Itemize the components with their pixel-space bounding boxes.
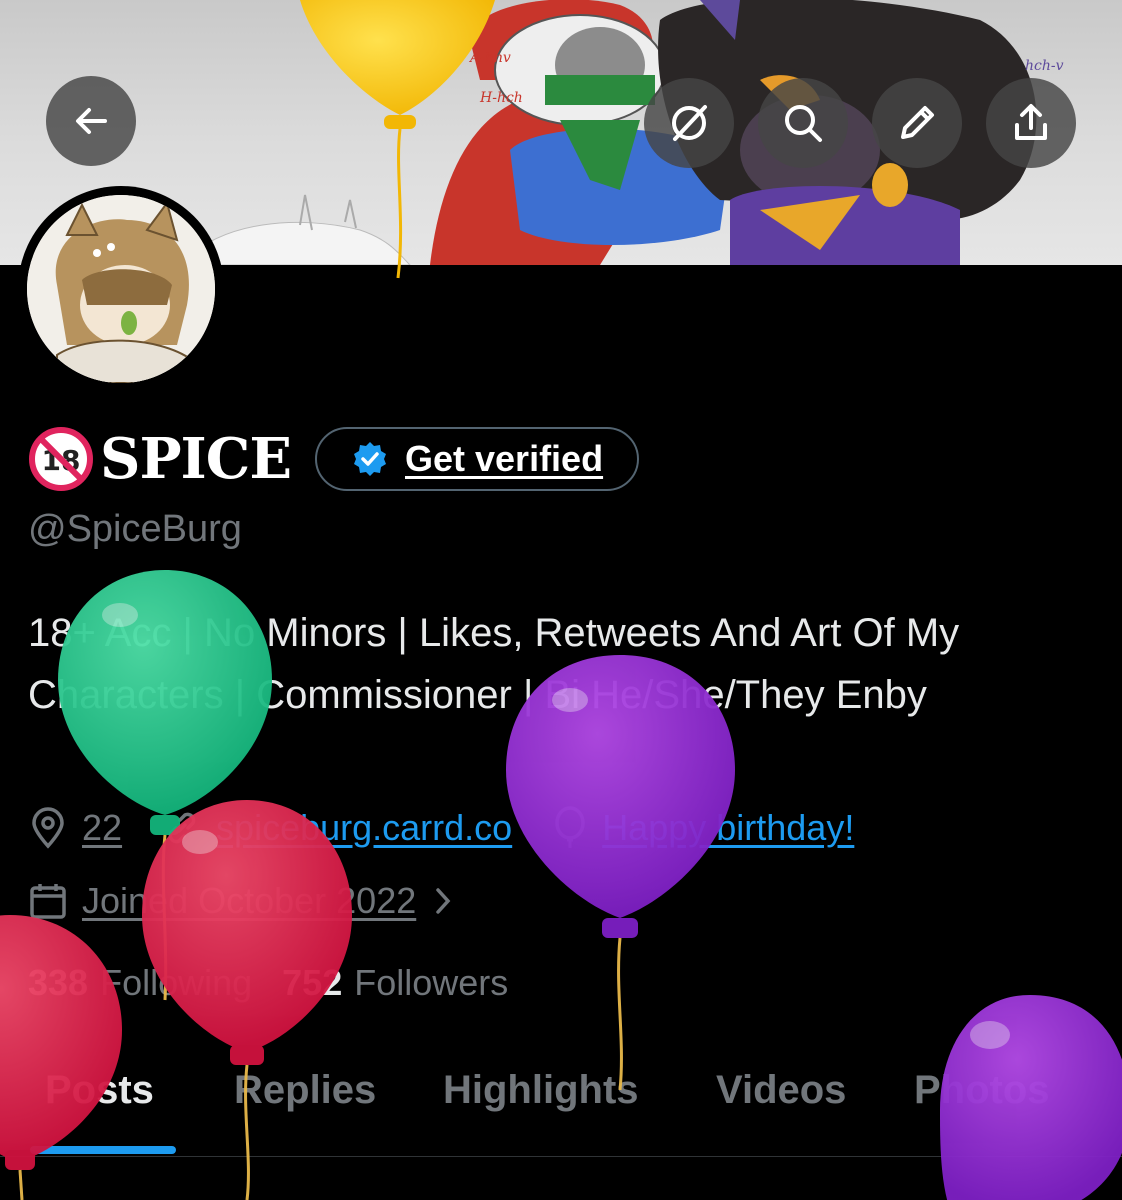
profile-bio: 18+ Acc | No Minors | Likes, Retweets An… [28, 611, 960, 717]
profile-name-row: 18 SPICE Get verified [28, 424, 640, 494]
balloon-red-left [0, 915, 122, 1200]
verified-badge-icon [354, 442, 386, 476]
link-icon [168, 812, 196, 844]
calendar-icon [30, 884, 66, 919]
profile-stats: 338 Following 752 Followers [28, 962, 508, 1004]
tab-replies[interactable]: Replies [234, 1068, 376, 1113]
profile-joined-row[interactable]: Joined October 2022 [28, 880, 456, 922]
svg-text:H-hch: H-hch [479, 90, 523, 106]
no-under-18-icon: 18 [29, 427, 93, 491]
tab-highlights[interactable]: Highlights [443, 1068, 639, 1113]
tab-divider [0, 1156, 1122, 1157]
avatar[interactable] [18, 186, 224, 392]
back-button[interactable] [46, 76, 136, 166]
profile-name: SPICE [100, 426, 292, 492]
grok-button[interactable] [644, 78, 734, 168]
search-button[interactable] [758, 78, 848, 168]
profile-location: 22 [82, 807, 123, 848]
profile-birthday-link[interactable]: Happy birthday! [602, 807, 854, 849]
arrow-left-icon [76, 108, 107, 134]
location-icon [32, 807, 64, 849]
svg-text:A-hnv: A-hnv [468, 50, 511, 66]
profile-website-link[interactable]: spiceburg.carrd.co [216, 807, 512, 849]
tab-videos[interactable]: Videos [716, 1068, 846, 1113]
profile-meta-row: 22 spiceburg.carrd.co Happy birthday! [28, 806, 854, 850]
get-verified-button[interactable]: Get verified [315, 427, 640, 491]
tab-posts[interactable]: Posts [45, 1068, 154, 1113]
share-icon [1015, 104, 1047, 140]
tab-photos[interactable]: Photos [914, 1068, 1050, 1113]
pencil-icon [901, 106, 934, 139]
edit-button[interactable] [872, 78, 962, 168]
profile-joined-date: Joined October 2022 [82, 880, 417, 921]
avatar-artwork [27, 195, 215, 383]
profile-handle: @SpiceBurg [28, 508, 242, 550]
followers-count: 752 [282, 962, 343, 1003]
following-stat[interactable]: 338 Following [28, 962, 252, 1004]
grok-icon [672, 105, 707, 141]
chevron-right-icon [436, 888, 451, 914]
active-tab-indicator [30, 1146, 176, 1154]
following-label: Following [100, 962, 253, 1003]
followers-stat[interactable]: 752 Followers [282, 962, 508, 1004]
following-count: 338 [28, 962, 89, 1003]
svg-text:hch-v: hch-v [1025, 58, 1064, 74]
share-button[interactable] [986, 78, 1076, 168]
followers-label: Followers [354, 962, 509, 1003]
search-icon [785, 105, 822, 142]
get-verified-label: Get verified [405, 438, 604, 479]
balloon-icon [555, 806, 585, 848]
